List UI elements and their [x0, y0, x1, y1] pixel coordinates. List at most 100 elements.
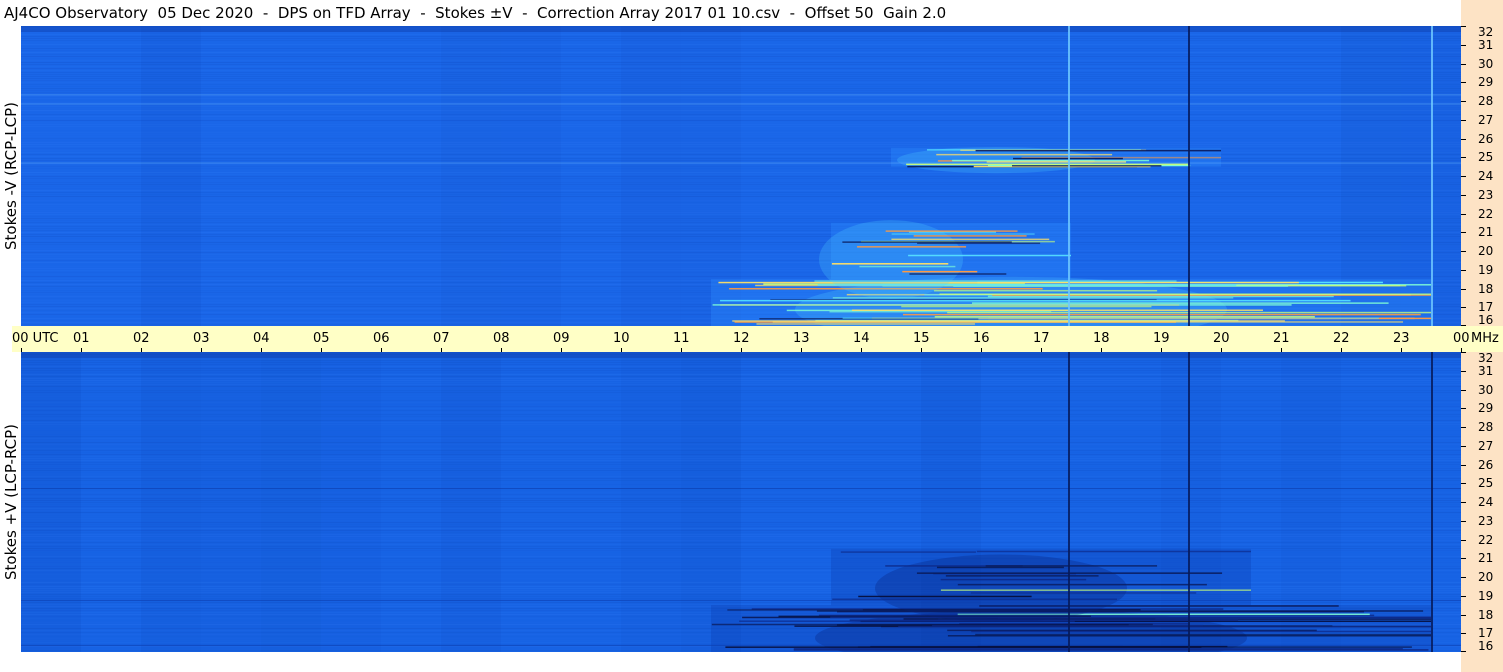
vertical-line	[1068, 352, 1070, 652]
freq-tick-label: 27	[1478, 112, 1494, 127]
freq-tick	[1461, 101, 1466, 102]
freq-tick-label: 16	[1478, 313, 1494, 327]
freq-tick	[1461, 119, 1466, 121]
freq-tick-label: 26	[1478, 457, 1494, 472]
freq-tick	[1461, 307, 1466, 309]
time-tick-label: 13	[793, 331, 810, 346]
freq-tick	[1461, 82, 1466, 84]
freq-tick-label: 27	[1478, 438, 1494, 453]
burst-line	[940, 578, 1087, 581]
time-tick-label: 11	[673, 331, 690, 346]
burst-line	[832, 598, 1117, 601]
burst-line	[712, 304, 1292, 306]
freq-tick	[1461, 464, 1466, 466]
time-tick-label: 03	[193, 331, 210, 346]
freq-tick-label: 31	[1478, 363, 1494, 378]
top-frequency-axis: 32 31 30 29 28 27 26 25 24 23 22 21 20 19 18 17 16	[1461, 26, 1503, 326]
freq-tick-label: 21	[1478, 551, 1494, 566]
freq-tick	[1461, 352, 1466, 353]
freq-tick	[1461, 44, 1466, 46]
interference-line	[21, 94, 1461, 96]
time-tick-label: 04	[253, 331, 270, 346]
freq-tick-label: 18	[1478, 607, 1494, 622]
freq-tick	[1461, 408, 1466, 410]
hour-shade	[201, 352, 261, 652]
freq-tick-label: 25	[1478, 150, 1494, 165]
freq-tick-label: 32	[1478, 25, 1494, 39]
time-tick-label: 22	[1333, 331, 1350, 346]
vertical-line	[1431, 352, 1433, 652]
freq-tick	[1461, 157, 1466, 159]
time-tick-label: 16	[973, 331, 990, 346]
burst-line	[952, 159, 1150, 162]
burst-line	[972, 302, 1389, 304]
burst-line	[970, 592, 1197, 594]
burst-line	[732, 320, 1285, 322]
hour-shade	[501, 26, 561, 326]
burst-line	[906, 163, 1188, 166]
freq-tick	[1461, 213, 1466, 215]
burst-line	[891, 233, 1035, 235]
top-panel-ylabel: Stokes -V (RCP-LCP)	[0, 26, 21, 326]
hour-shade	[21, 352, 81, 652]
top-panel-ylabel-text: Stokes -V (RCP-LCP)	[1, 102, 20, 250]
burst-line	[975, 149, 1221, 152]
time-tick-label: 20	[1213, 331, 1230, 346]
freq-tick-label: 23	[1478, 187, 1494, 202]
bottom-spectrogram-panel[interactable]	[21, 352, 1461, 652]
top-spectrogram	[21, 26, 1461, 326]
freq-tick-label: 24	[1478, 495, 1494, 509]
burst-line	[932, 624, 1204, 627]
time-tick-label: 14	[853, 331, 870, 346]
freq-tick	[1461, 288, 1466, 290]
freq-tick	[1461, 176, 1466, 177]
hour-shade	[261, 352, 321, 652]
burst-line	[986, 161, 1127, 163]
time-tick-label: 07	[433, 331, 450, 346]
freq-tick-label: 19	[1478, 588, 1494, 603]
burst-line	[909, 273, 1007, 275]
burst-line	[913, 235, 1027, 237]
burst-line	[936, 153, 1113, 156]
freq-tick-label: 30	[1478, 382, 1494, 397]
burst-shadow	[875, 554, 1127, 622]
burst-line	[840, 551, 976, 553]
top-spectrogram-panel[interactable]	[21, 26, 1461, 326]
interference-line	[21, 162, 1461, 164]
interference-line	[21, 488, 1461, 490]
freq-tick-label: 20	[1478, 244, 1494, 258]
burst-line	[793, 648, 1403, 650]
burst-line	[842, 317, 1379, 319]
freq-tick	[1461, 595, 1466, 597]
freq-tick	[1461, 539, 1466, 541]
freq-tick-label: 23	[1478, 513, 1494, 528]
burst-line	[934, 316, 1315, 318]
freq-tick-label: 31	[1478, 37, 1494, 52]
freq-tick-label: 30	[1478, 56, 1494, 71]
burst-line	[885, 230, 1018, 232]
freq-tick-label: 29	[1478, 401, 1494, 416]
hour-shade	[321, 352, 381, 652]
freq-tick	[1461, 520, 1466, 522]
freq-tick	[1461, 502, 1466, 503]
burst-line	[936, 566, 1064, 569]
burst-line	[957, 583, 1207, 586]
burst-line	[1011, 164, 1162, 167]
freq-tick	[1461, 483, 1466, 485]
vertical-line	[1068, 26, 1070, 326]
frequency-unit-label: MHz	[1471, 331, 1499, 346]
time-tick-label: 00	[1453, 331, 1470, 346]
bottom-frequency-axis: 32 31 30 29 28 27 26 25 24 23 22 21 20 19 18 17 16	[1461, 352, 1503, 652]
burst-line	[933, 289, 1158, 292]
time-tick-label: 21	[1273, 331, 1290, 346]
freq-tick	[1461, 633, 1466, 635]
corner-strip	[1461, 0, 1503, 26]
burst-line	[901, 305, 1152, 308]
hour-shade	[441, 352, 501, 652]
burst-line	[842, 241, 1012, 243]
freq-tick-label: 22	[1478, 532, 1494, 547]
burst-line	[857, 246, 967, 248]
hour-shade	[621, 26, 681, 326]
time-tick-label: 02	[133, 331, 150, 346]
burst-line	[718, 281, 1299, 284]
